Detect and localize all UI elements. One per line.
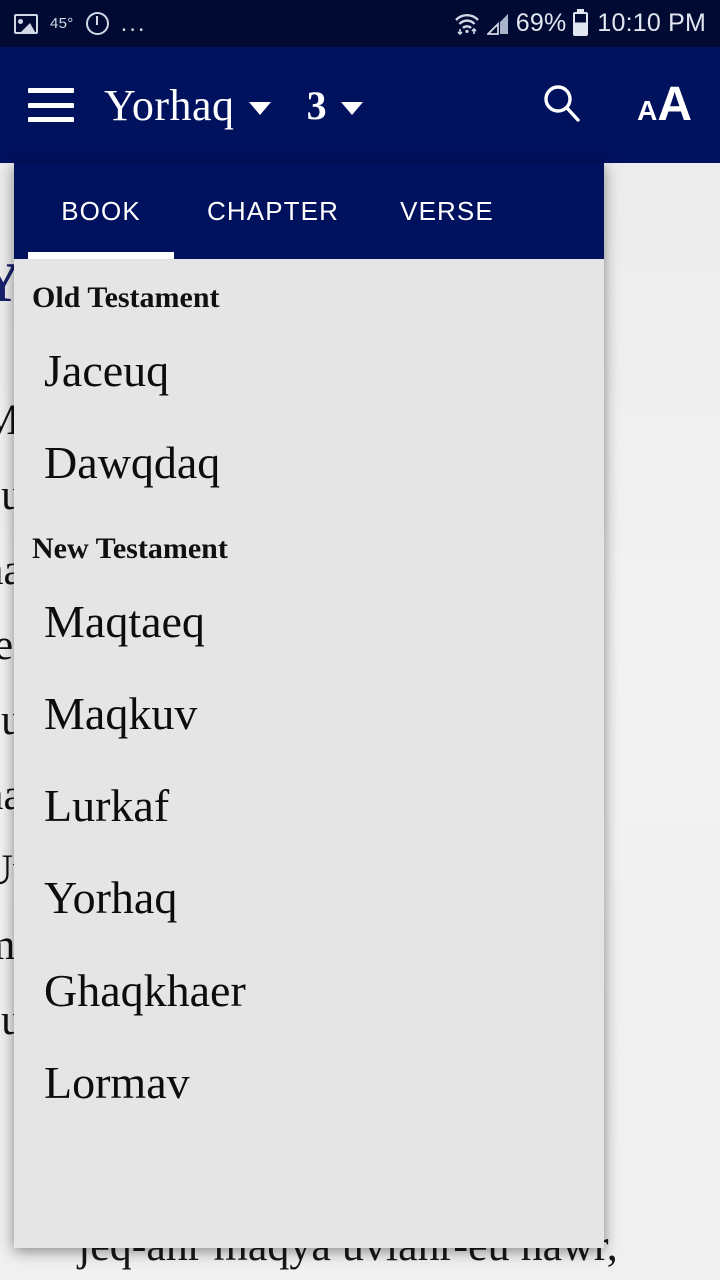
list-item[interactable]: Lurkaf — [14, 760, 604, 852]
list-item[interactable]: Jaceuq — [14, 325, 604, 417]
status-bar-right: 69% 10:10 PM — [454, 8, 706, 38]
list-item[interactable]: Maqtaeq — [14, 576, 604, 668]
image-icon — [14, 13, 38, 34]
tab-book[interactable]: BOOK — [28, 196, 174, 227]
search-icon[interactable] — [539, 81, 583, 130]
temperature-indicator: 45° — [50, 15, 74, 32]
battery-icon — [573, 8, 589, 36]
group-label-new-testament: New Testament — [32, 531, 228, 565]
chapter-number-label: 3 — [306, 82, 327, 128]
app-root: 45° ... 69% 10:10 PM Yorhaq 3 A A u u u … — [0, 0, 720, 1280]
list-item[interactable]: Yorhaq — [14, 852, 604, 944]
font-size-small-label: A — [637, 95, 658, 126]
list-item[interactable]: Maqkuv — [14, 668, 604, 760]
app-bar: Yorhaq 3 A A — [0, 47, 720, 163]
selector-tab-bar: BOOK CHAPTER VERSE — [14, 163, 604, 259]
battery-percent-label: 69% — [515, 9, 567, 37]
book-selector-dropdown: BOOK CHAPTER VERSE Old Testament Jaceuq … — [14, 163, 604, 1248]
more-dots-icon: ... — [120, 9, 147, 37]
tab-chapter[interactable]: CHAPTER — [188, 196, 358, 227]
active-tab-indicator — [28, 252, 174, 259]
list-item[interactable]: Dawqdaq — [14, 417, 604, 509]
power-timer-icon — [85, 12, 109, 35]
font-size-large-label: A — [657, 78, 692, 131]
status-bar-left: 45° ... — [14, 9, 454, 37]
cellular-signal-icon — [485, 13, 509, 35]
status-bar: 45° ... 69% 10:10 PM — [0, 0, 720, 47]
book-title-label: Yorhaq — [104, 80, 235, 130]
book-list[interactable]: Old Testament Jaceuq Dawqdaq New Testame… — [14, 259, 604, 1129]
list-item[interactable]: Lormav — [14, 1037, 604, 1129]
tab-verse[interactable]: VERSE — [372, 196, 522, 227]
list-item[interactable]: Ghaqkhaer — [14, 945, 604, 1037]
book-selector-button[interactable]: Yorhaq — [104, 80, 271, 131]
clock-label: 10:10 PM — [597, 9, 706, 37]
hamburger-menu-icon[interactable] — [28, 88, 74, 122]
chapter-selector-button[interactable]: 3 — [271, 82, 363, 129]
chevron-down-icon — [340, 101, 363, 115]
wifi-icon — [454, 13, 480, 35]
group-label-old-testament: Old Testament — [32, 281, 220, 314]
chevron-down-icon — [248, 101, 271, 115]
font-size-aA-icon[interactable]: A A — [637, 78, 692, 131]
